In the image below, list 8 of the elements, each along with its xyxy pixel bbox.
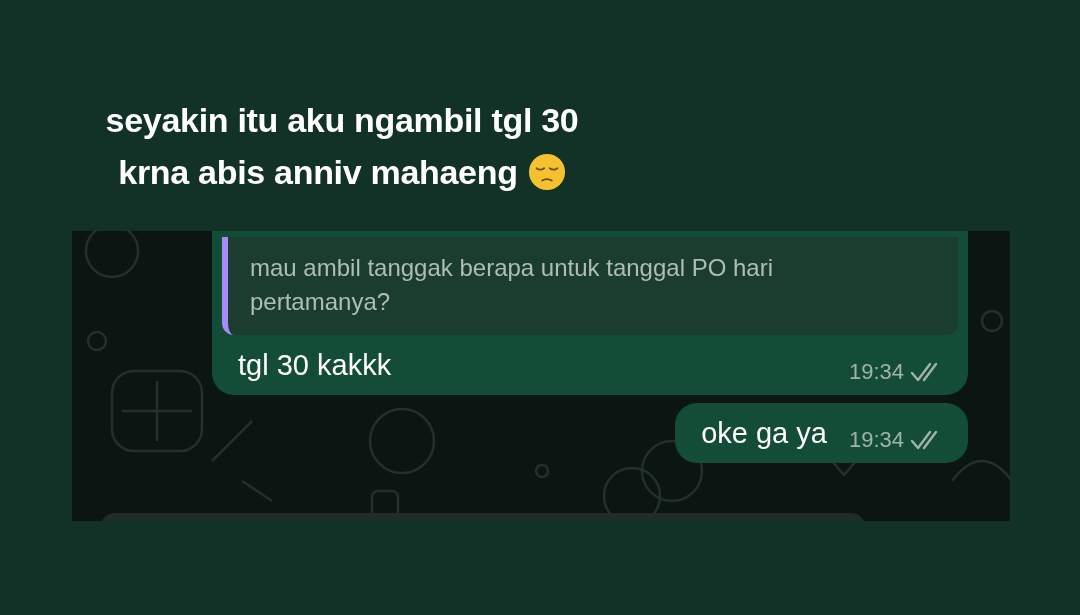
caption-text: krna abis anniv mahaeng xyxy=(118,152,518,193)
message-time: 19:34 xyxy=(848,359,904,385)
message-text: tgl 30 kakkk xyxy=(238,348,392,383)
message-time: 19:34 xyxy=(848,427,904,453)
caption-text: seyakin itu aku ngambil tgl 30 xyxy=(105,100,579,141)
quoted-message[interactable]: mau ambil tanggak berapa untuk tanggal PO hari pertamanya? xyxy=(222,237,958,335)
emoji-icon xyxy=(527,153,566,191)
message-text: oke ga ya xyxy=(701,416,827,451)
